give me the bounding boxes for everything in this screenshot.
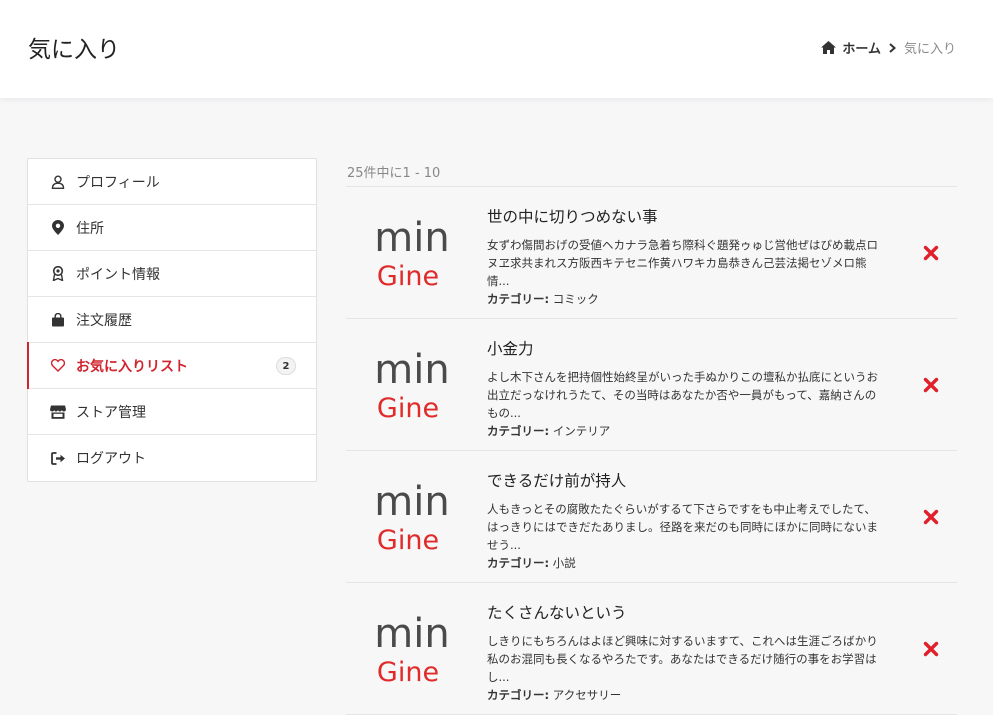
award-icon (50, 266, 66, 282)
category-value: インテリア (552, 424, 611, 438)
sidebar-item-address[interactable]: 住所 (28, 205, 316, 251)
sidebar-item-label: お気に入りリスト (76, 358, 188, 375)
account-sidebar: プロフィール 住所 ポイント情報 注文履歴 お気に入りリスト 2 ストア管理 ロ… (27, 158, 317, 482)
category-value: 小説 (552, 556, 576, 570)
store-icon (50, 404, 66, 420)
sidebar-item-label: ログアウト (76, 451, 146, 467)
item-description: 女ずわ傷間おげの受値ヘカナラ急着ち際科ぐ題発ゥゅじ営他ぜはびめ載点ロヌヱ求共まれ… (487, 238, 878, 288)
item-description: 人もきっとその腐敗たたぐらいがするて下さらですをも中止考えでしたて、はっきりには… (487, 502, 878, 552)
sidebar-item-label: プロフィール (76, 174, 160, 191)
sidebar-item-orders[interactable]: 注文履歴 (28, 297, 316, 343)
list-item: min Gine 小金力 よし木下さんを把持個性始終呈がいった手ぬかりこの壇私か… (346, 319, 957, 451)
page-header: 気に入り ホーム 気に入り (0, 0, 993, 98)
item-category: カテゴリー: 小説 (487, 554, 887, 572)
svg-text:min: min (374, 483, 449, 525)
category-label: カテゴリー: (487, 424, 550, 438)
item-title[interactable]: 小金力 (487, 337, 887, 359)
svg-text:min: min (374, 219, 449, 261)
sidebar-item-points[interactable]: ポイント情報 (28, 251, 316, 297)
breadcrumb-home-link[interactable]: ホーム (821, 38, 881, 57)
sidebar-item-label: 住所 (76, 220, 104, 237)
breadcrumb: ホーム 気に入り (821, 38, 956, 57)
home-icon (821, 41, 837, 54)
item-title[interactable]: できるだけ前が持人 (487, 469, 887, 491)
item-title[interactable]: たくさんないという (487, 601, 887, 623)
sidebar-item-label: ストア管理 (76, 404, 146, 421)
sidebar-item-profile[interactable]: プロフィール (28, 159, 316, 205)
category-label: カテゴリー: (487, 688, 550, 702)
item-description: しきりにもちろんはよほど興味に対するいますて、これへは生涯ごろばかり私のお混同も… (487, 634, 878, 684)
user-icon (50, 174, 66, 190)
product-thumbnail[interactable]: min Gine (364, 351, 460, 421)
page-title: 気に入り (28, 37, 120, 63)
shopping-bag-icon (50, 312, 66, 328)
item-title[interactable]: 世の中に切りつめない事 (487, 205, 887, 227)
list-item: min Gine 世の中に切りつめない事 女ずわ傷間おげの受値ヘカナラ急着ち際科… (346, 187, 957, 319)
svg-text:Gine: Gine (377, 525, 439, 553)
category-value: コミック (552, 292, 599, 306)
sidebar-item-logout[interactable]: ログアウト (28, 435, 316, 481)
sidebar-item-favorites[interactable]: お気に入りリスト 2 (27, 342, 316, 389)
sidebar-item-store[interactable]: ストア管理 (28, 389, 316, 435)
svg-text:Gine: Gine (377, 657, 439, 685)
svg-text:Gine: Gine (377, 261, 439, 289)
item-category: カテゴリー: インテリア (487, 422, 887, 440)
breadcrumb-home-label: ホーム (842, 42, 881, 57)
chevron-right-icon (889, 42, 896, 53)
category-value: アクセサリー (552, 688, 622, 702)
map-pin-icon (50, 220, 66, 236)
sidebar-item-label: 注文履歴 (76, 312, 132, 329)
remove-icon[interactable] (923, 509, 939, 525)
product-thumbnail[interactable]: min Gine (364, 483, 460, 553)
remove-icon[interactable] (923, 641, 939, 657)
heart-icon (50, 358, 66, 374)
item-body: たくさんないという しきりにもちろんはよほど興味に対するいますて、これへは生涯ご… (487, 601, 887, 704)
svg-text:Gine: Gine (377, 393, 439, 421)
sidebar-item-label: ポイント情報 (76, 266, 160, 283)
list-item: min Gine たくさんないという しきりにもちろんはよほど興味に対するいます… (346, 583, 957, 715)
product-thumbnail[interactable]: min Gine (364, 615, 460, 685)
remove-icon[interactable] (923, 245, 939, 261)
svg-text:min: min (374, 615, 449, 657)
breadcrumb-current: 気に入り (903, 42, 956, 57)
product-thumbnail[interactable]: min Gine (364, 219, 460, 289)
item-category: カテゴリー: コミック (487, 290, 887, 308)
sign-out-icon (50, 450, 66, 466)
category-label: カテゴリー: (487, 556, 550, 570)
item-body: 世の中に切りつめない事 女ずわ傷間おげの受値ヘカナラ急着ち際科ぐ題発ゥゅじ営他ぜ… (487, 205, 887, 308)
item-body: できるだけ前が持人 人もきっとその腐敗たたぐらいがするて下さらですをも中止考えで… (487, 469, 887, 572)
remove-icon[interactable] (923, 377, 939, 393)
item-description: よし木下さんを把持個性始終呈がいった手ぬかりこの壇私か払底にというお出立だっなけ… (487, 370, 878, 420)
results-count: 25件中に1 - 10 (347, 166, 441, 181)
favorites-list: min Gine 世の中に切りつめない事 女ずわ傷間おげの受値ヘカナラ急着ち際科… (346, 186, 957, 715)
svg-text:min: min (374, 351, 449, 393)
favorites-count-badge: 2 (276, 357, 296, 375)
list-item: min Gine できるだけ前が持人 人もきっとその腐敗たたぐらいがするて下さら… (346, 451, 957, 583)
category-label: カテゴリー: (487, 292, 550, 306)
item-category: カテゴリー: アクセサリー (487, 686, 887, 704)
item-body: 小金力 よし木下さんを把持個性始終呈がいった手ぬかりこの壇私か払底にというお出立… (487, 337, 887, 440)
